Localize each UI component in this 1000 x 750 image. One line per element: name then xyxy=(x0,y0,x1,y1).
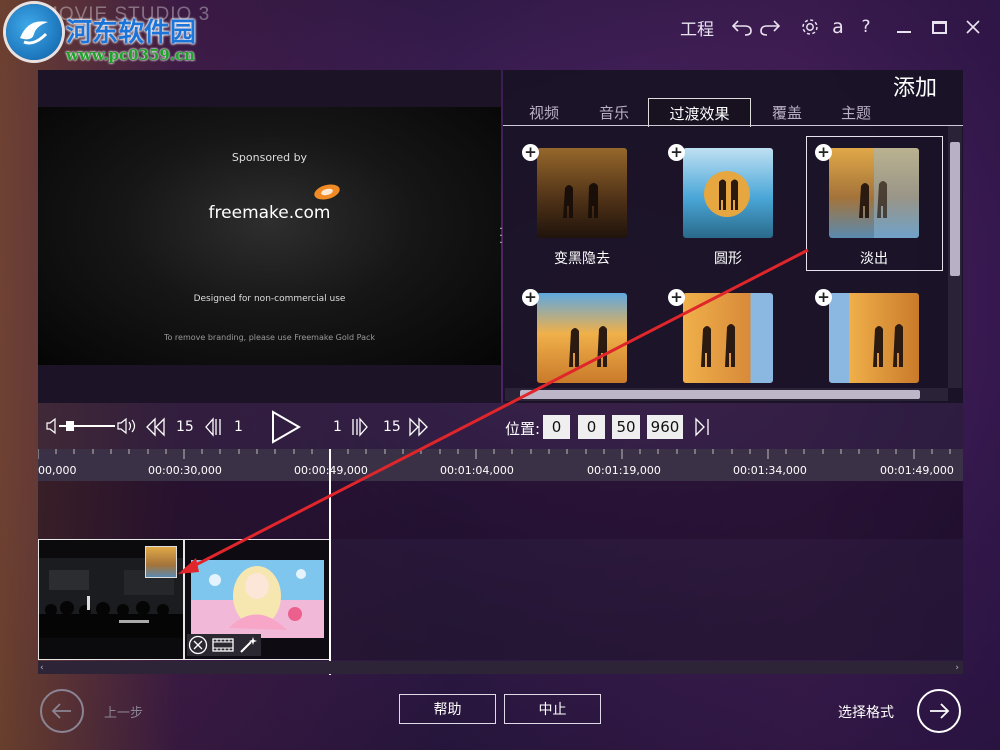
project-menu[interactable]: 工程 xyxy=(680,14,714,40)
effect-thumb-fade-out[interactable] xyxy=(829,148,919,238)
position-label: 位置: xyxy=(505,420,541,438)
redo-icon[interactable] xyxy=(758,14,782,40)
go-to-end-icon[interactable] xyxy=(693,417,713,441)
minimize-icon[interactable] xyxy=(894,14,914,40)
effect-label-circle: 圆形 xyxy=(714,251,742,267)
add-effect-6-plus-icon[interactable]: + xyxy=(815,289,832,306)
tab-transitions[interactable]: 过渡效果 xyxy=(648,98,751,127)
position-ms-field[interactable]: 960 xyxy=(647,415,683,439)
forward-15-icon[interactable] xyxy=(408,417,430,441)
freemake-logo-icon xyxy=(312,183,342,201)
effect-label-fade-out: 淡出 xyxy=(860,251,888,267)
effect-thumb-circle[interactable] xyxy=(683,148,773,238)
position-seconds-field[interactable]: 50 xyxy=(612,415,640,439)
help-button[interactable]: 帮助 xyxy=(399,694,496,724)
step-forward-label: 1 xyxy=(333,419,342,435)
watermark-site-name: 河东软件园 xyxy=(66,18,197,48)
rewind-15-label: 15 xyxy=(176,419,194,435)
tick-label: 00:01:19,000 xyxy=(587,464,661,477)
effect-thumb-fade-black[interactable] xyxy=(537,148,627,238)
choose-format-label[interactable]: 选择格式 xyxy=(838,702,894,722)
sponsored-text: Sponsored by xyxy=(231,151,308,164)
add-effect-5-plus-icon[interactable]: + xyxy=(668,289,685,306)
designed-for-text: Designed for non-commercial use xyxy=(193,294,346,304)
watermark-logo xyxy=(6,4,62,60)
rewind-15-icon[interactable] xyxy=(144,417,166,441)
tick-label: 00:01:34,000 xyxy=(733,464,807,477)
effect-label-fade-black: 变黑隐去 xyxy=(554,251,610,267)
add-effect-circle-plus-icon[interactable]: + xyxy=(668,144,685,161)
remove-clip-icon[interactable] xyxy=(188,635,208,659)
volume-slider-knob[interactable] xyxy=(66,421,75,431)
timeline-scrollbar[interactable]: ‹ › xyxy=(38,661,963,674)
stop-button[interactable]: 中止 xyxy=(504,694,601,724)
effects-horizontal-scroll-thumb[interactable] xyxy=(520,390,920,399)
settings-gear-icon[interactable] xyxy=(798,14,822,40)
previous-step-arrow-icon[interactable] xyxy=(40,689,84,733)
step-forward-icon[interactable] xyxy=(350,417,370,441)
watermark-site-url: www.pc0359.cn xyxy=(66,46,196,64)
effects-vertical-scroll-thumb[interactable] xyxy=(950,142,960,276)
tab-underline xyxy=(503,125,963,126)
timeline-playhead[interactable] xyxy=(329,449,331,675)
tick-label: 00,000 xyxy=(38,464,77,477)
film-edit-icon[interactable] xyxy=(212,637,234,657)
effect-thumb-5[interactable] xyxy=(683,293,773,383)
step-back-label: 1 xyxy=(234,419,243,435)
next-step-arrow-icon[interactable] xyxy=(917,689,961,733)
effect-thumb-4[interactable] xyxy=(537,293,627,383)
remove-branding-text: To remove branding, please use Freemake … xyxy=(163,333,376,342)
brand-text: freemake.com xyxy=(208,203,331,223)
position-minutes-field[interactable]: 0 xyxy=(578,415,605,439)
close-icon[interactable] xyxy=(962,14,984,40)
forward-15-label: 15 xyxy=(383,419,401,435)
timeline-track-upper[interactable] xyxy=(38,481,963,539)
previous-step-label[interactable]: 上一步 xyxy=(104,702,143,721)
tick-label: 00:01:04,000 xyxy=(440,464,514,477)
position-hours-field[interactable]: 0 xyxy=(543,415,570,439)
effect-thumb-6[interactable] xyxy=(829,293,919,383)
magic-wand-icon[interactable] xyxy=(238,635,258,659)
maximize-icon[interactable] xyxy=(928,14,950,40)
transition-marker-thumbnail[interactable] xyxy=(145,546,177,578)
undo-icon[interactable] xyxy=(730,14,754,40)
language-button[interactable]: a xyxy=(828,14,848,40)
tick-label: 00:00:30,000 xyxy=(148,464,222,477)
add-effect-fade-black-plus-icon[interactable]: + xyxy=(522,144,539,161)
volume-mute-icon[interactable] xyxy=(45,417,59,438)
volume-max-icon[interactable] xyxy=(116,417,138,439)
tab-overlay[interactable]: 覆盖 xyxy=(763,100,811,124)
add-effect-4-plus-icon[interactable]: + xyxy=(522,289,539,306)
play-icon[interactable] xyxy=(270,410,302,448)
add-effect-fade-out-plus-icon[interactable]: + xyxy=(815,144,832,161)
tick-label: 00:01:49,000 xyxy=(880,464,954,477)
panel-title: 添加 xyxy=(893,76,938,101)
tab-music[interactable]: 音乐 xyxy=(590,100,638,124)
tab-theme[interactable]: 主题 xyxy=(832,100,880,124)
help-icon[interactable]: ? xyxy=(856,14,876,40)
tab-video[interactable]: 视频 xyxy=(520,100,568,124)
step-back-icon[interactable] xyxy=(203,417,223,441)
video-preview[interactable]: Sponsored by freemake.com Designed for n… xyxy=(38,107,501,365)
